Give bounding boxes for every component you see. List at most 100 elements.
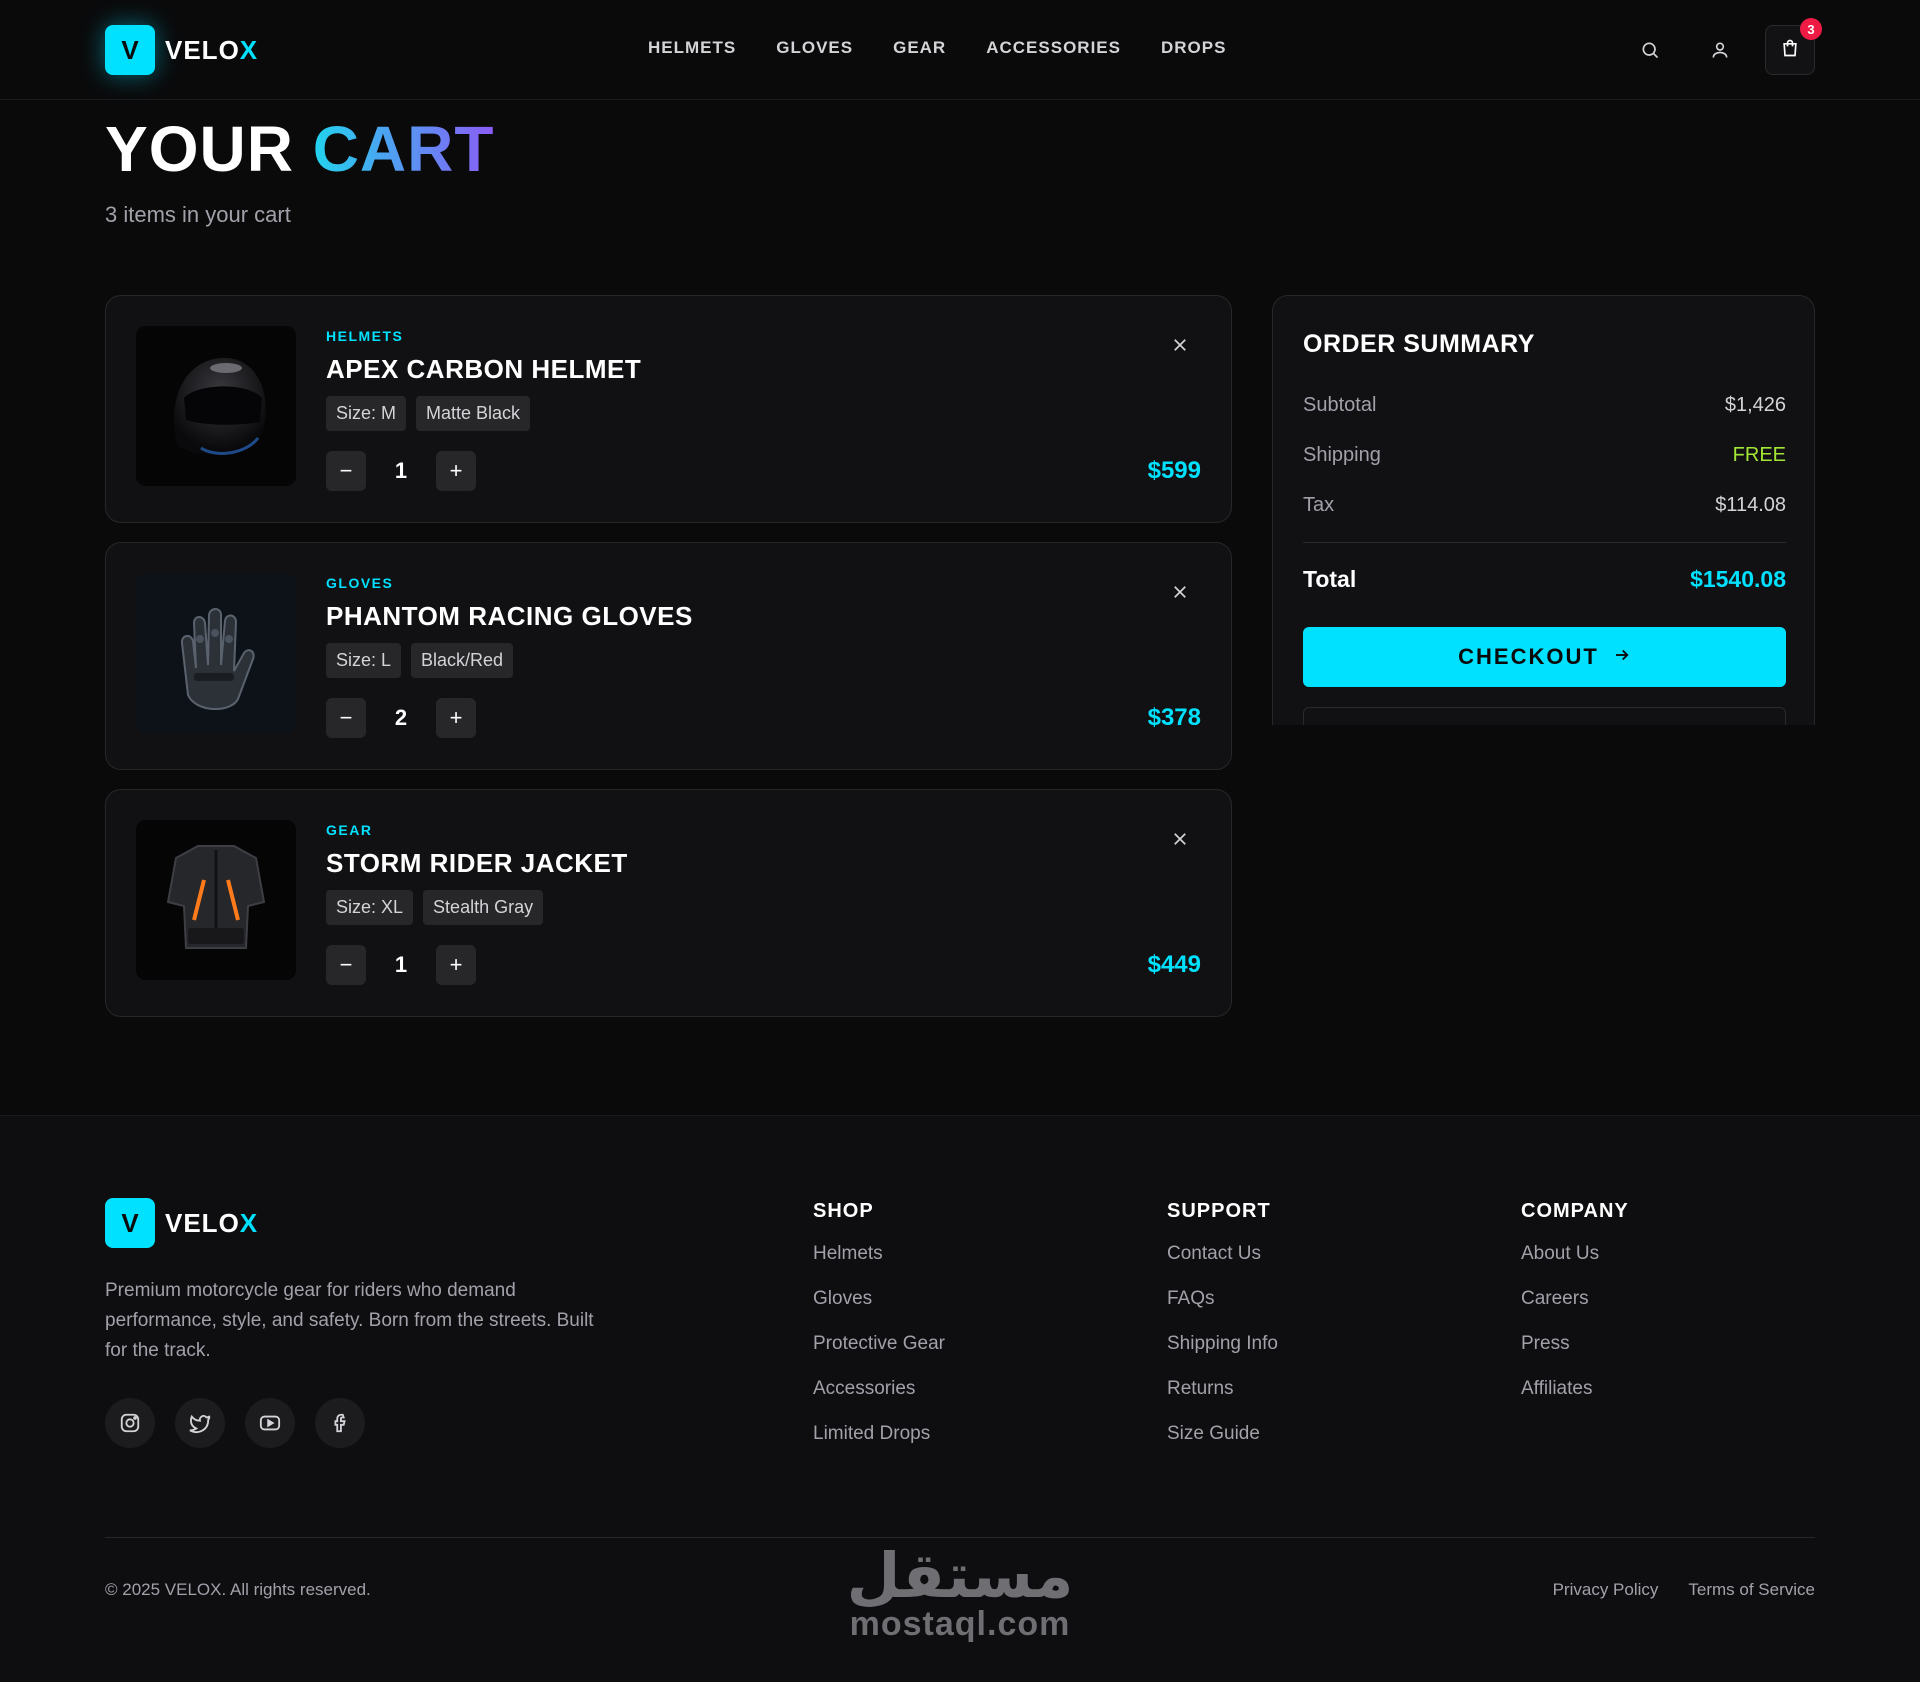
- quantity-value: 2: [394, 705, 408, 730]
- shipping-row: Shipping FREE: [1303, 444, 1786, 467]
- size-tag: Size: L: [326, 643, 402, 678]
- continue-shopping-button[interactable]: [1303, 707, 1786, 725]
- cart-item-count: 3 items in your cart: [105, 202, 291, 227]
- watermark: مستقل mostaql.com: [840, 1541, 1080, 1644]
- close-icon[interactable]: [1165, 577, 1195, 607]
- footer-column-support: SUPPORT Contact Us FAQs Shipping Info Re…: [1167, 1200, 1278, 1466]
- decrease-quantity-button[interactable]: −: [326, 451, 366, 491]
- shipping-label: Shipping: [1303, 444, 1381, 466]
- item-name[interactable]: STORM RIDER JACKET: [326, 848, 628, 879]
- site-footer: V VELOX Premium motorcycle gear for ride…: [0, 1115, 1920, 1682]
- cart-count-badge: 3: [1800, 18, 1822, 40]
- quantity-stepper: − 2 +: [326, 698, 476, 738]
- twitter-icon[interactable]: [175, 1398, 225, 1448]
- youtube-icon[interactable]: [245, 1398, 295, 1448]
- facebook-icon[interactable]: [315, 1398, 365, 1448]
- search-icon[interactable]: [1636, 36, 1664, 64]
- footer-link[interactable]: Limited Drops: [813, 1421, 945, 1466]
- color-tag: Black/Red: [411, 643, 514, 678]
- quantity-value: 1: [394, 952, 408, 977]
- watermark-latin: mostaql.com: [849, 1605, 1071, 1643]
- order-summary: ORDER SUMMARY Subtotal $1,426 Shipping F…: [1272, 295, 1815, 725]
- product-image-gloves[interactable]: [136, 573, 296, 733]
- instagram-icon[interactable]: [105, 1398, 155, 1448]
- footer-link[interactable]: Affiliates: [1521, 1376, 1629, 1421]
- arrow-right-icon: [1613, 644, 1631, 670]
- checkout-button[interactable]: CHECKOUT: [1303, 627, 1786, 687]
- cart-button[interactable]: 3: [1765, 18, 1822, 75]
- nav-drops[interactable]: DROPS: [1161, 38, 1226, 58]
- summary-title: ORDER SUMMARY: [1303, 330, 1535, 358]
- size-tag: Size: M: [326, 396, 407, 431]
- footer-column-title: COMPANY: [1521, 1200, 1629, 1222]
- decrease-quantity-button[interactable]: −: [326, 945, 366, 985]
- user-icon[interactable]: [1706, 36, 1734, 64]
- footer-link[interactable]: Shipping Info: [1167, 1331, 1278, 1376]
- footer-link[interactable]: FAQs: [1167, 1286, 1278, 1331]
- product-image-helmet[interactable]: [136, 326, 296, 486]
- site-header: V VELOX HELMETS GLOVES GEAR ACCESSORIES …: [0, 0, 1920, 100]
- item-price: $449: [1147, 951, 1201, 978]
- footer-link[interactable]: Returns: [1167, 1376, 1278, 1421]
- item-category: GEAR: [326, 822, 373, 838]
- social-links: [105, 1398, 365, 1448]
- decrease-quantity-button[interactable]: −: [326, 698, 366, 738]
- item-category: GLOVES: [326, 575, 394, 591]
- item-category: HELMETS: [326, 328, 404, 344]
- footer-divider: [105, 1537, 1815, 1538]
- quantity-value: 1: [394, 458, 408, 483]
- close-icon[interactable]: [1165, 330, 1195, 360]
- footer-description: Premium motorcycle gear for riders who d…: [105, 1280, 594, 1361]
- cart-item: GLOVES PHANTOM RACING GLOVES Size: L Bla…: [105, 542, 1232, 770]
- shopping-bag-icon: [1780, 38, 1800, 63]
- footer-link[interactable]: Accessories: [813, 1376, 945, 1421]
- nav-gear[interactable]: GEAR: [893, 38, 946, 58]
- footer-link[interactable]: Protective Gear: [813, 1331, 945, 1376]
- footer-logo[interactable]: V VELOX: [105, 1198, 258, 1248]
- page-title: YOUR CART: [105, 113, 495, 185]
- increase-quantity-button[interactable]: +: [436, 451, 476, 491]
- checkout-label: CHECKOUT: [1458, 644, 1599, 669]
- tax-value: $114.08: [1715, 494, 1786, 516]
- legal-links: Privacy Policy Terms of Service: [1553, 1580, 1815, 1600]
- logo-wordmark: VELOX: [165, 34, 259, 65]
- footer-link[interactable]: Size Guide: [1167, 1421, 1278, 1466]
- terms-of-service-link[interactable]: Terms of Service: [1688, 1580, 1815, 1600]
- nav-accessories[interactable]: ACCESSORIES: [986, 38, 1121, 58]
- summary-divider: [1303, 542, 1786, 543]
- nav-helmets[interactable]: HELMETS: [648, 38, 736, 58]
- privacy-policy-link[interactable]: Privacy Policy: [1553, 1580, 1659, 1600]
- footer-column-company: COMPANY About Us Careers Press Affiliate…: [1521, 1200, 1629, 1421]
- color-tag: Matte Black: [416, 396, 531, 431]
- watermark-arabic: مستقل: [846, 1539, 1074, 1612]
- footer-link[interactable]: Contact Us: [1167, 1241, 1278, 1286]
- subtotal-label: Subtotal: [1303, 394, 1377, 416]
- quantity-stepper: − 1 +: [326, 945, 476, 985]
- footer-link[interactable]: Careers: [1521, 1286, 1629, 1331]
- tax-label: Tax: [1303, 494, 1335, 516]
- quantity-stepper: − 1 +: [326, 451, 476, 491]
- item-name[interactable]: APEX CARBON HELMET: [326, 354, 641, 385]
- footer-column-title: SUPPORT: [1167, 1200, 1271, 1222]
- shipping-value: FREE: [1732, 444, 1786, 466]
- footer-link[interactable]: Helmets: [813, 1241, 945, 1286]
- item-name[interactable]: PHANTOM RACING GLOVES: [326, 601, 693, 632]
- size-tag: Size: XL: [326, 890, 414, 925]
- subtotal-row: Subtotal $1,426: [1303, 394, 1786, 417]
- footer-link[interactable]: Gloves: [813, 1286, 945, 1331]
- close-icon[interactable]: [1165, 824, 1195, 854]
- item-price: $599: [1147, 457, 1201, 484]
- footer-link[interactable]: Press: [1521, 1331, 1629, 1376]
- footer-link[interactable]: About Us: [1521, 1241, 1629, 1286]
- total-row: Total $1540.08: [1303, 566, 1786, 593]
- increase-quantity-button[interactable]: +: [436, 698, 476, 738]
- color-tag: Stealth Gray: [423, 890, 544, 925]
- main-nav: HELMETS GLOVES GEAR ACCESSORIES DROPS: [648, 38, 1226, 58]
- subtotal-value: $1,426: [1724, 394, 1786, 416]
- total-label: Total: [1303, 566, 1357, 592]
- product-image-jacket[interactable]: [136, 820, 296, 980]
- increase-quantity-button[interactable]: +: [436, 945, 476, 985]
- brand-logo[interactable]: V VELOX: [105, 25, 258, 75]
- total-value: $1540.08: [1690, 566, 1786, 592]
- nav-gloves[interactable]: GLOVES: [776, 38, 853, 58]
